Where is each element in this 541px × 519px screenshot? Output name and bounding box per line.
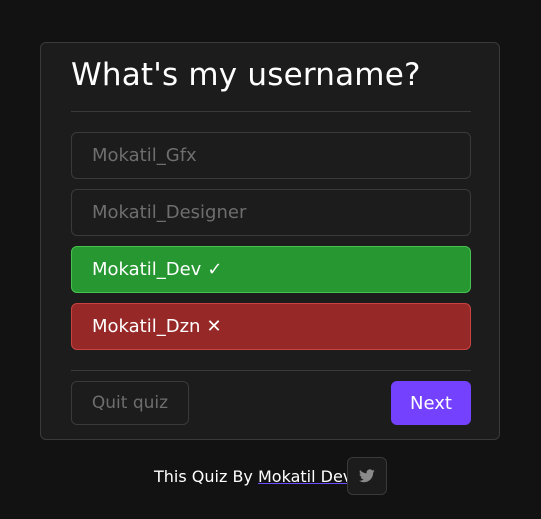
- title-divider: [71, 111, 471, 112]
- answer-option-label: Mokatil_Designer: [92, 202, 247, 223]
- author-link[interactable]: Mokatil Dev: [258, 467, 352, 486]
- answer-option-label: Mokatil_Dzn: [92, 316, 201, 337]
- answer-option-correct[interactable]: Mokatil_Dev ✓: [71, 246, 471, 293]
- question-title: What's my username?: [71, 57, 421, 93]
- footer-prefix: This Quiz By: [154, 467, 253, 486]
- twitter-button[interactable]: [347, 457, 387, 495]
- footer: This Quiz By Mokatil Dev: [0, 457, 541, 496]
- answer-option-label: Mokatil_Dev: [92, 259, 202, 280]
- answer-option[interactable]: Mokatil_Gfx: [71, 132, 471, 179]
- twitter-icon: [359, 469, 375, 483]
- footer-credit: This Quiz By Mokatil Dev: [154, 467, 352, 486]
- actions-divider: [71, 370, 471, 371]
- quit-quiz-button[interactable]: Quit quiz: [71, 381, 189, 425]
- answer-option[interactable]: Mokatil_Designer: [71, 189, 471, 236]
- check-icon: ✓: [207, 259, 223, 280]
- cross-icon: ✕: [206, 316, 222, 337]
- quiz-card: What's my username? Mokatil_Gfx Mokatil_…: [40, 42, 500, 440]
- answer-option-label: Mokatil_Gfx: [92, 145, 197, 166]
- answer-option-wrong[interactable]: Mokatil_Dzn ✕: [71, 303, 471, 350]
- next-button[interactable]: Next: [391, 381, 471, 425]
